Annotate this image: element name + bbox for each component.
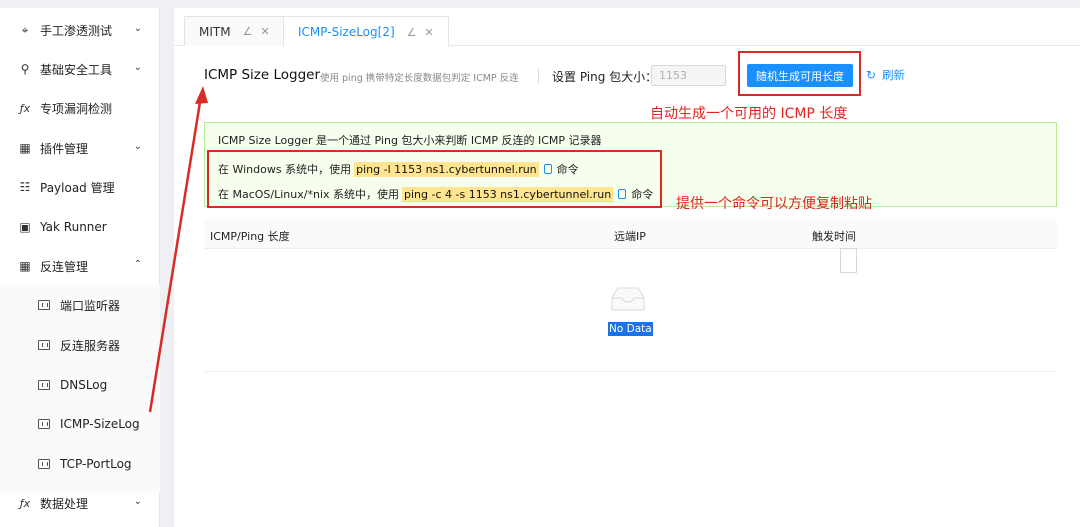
sidebar-item-label: 专项漏洞检测 [40, 101, 113, 116]
page-title: ICMP Size Logger [204, 67, 321, 83]
sidebar-subitem-label: 端口监听器 [60, 298, 121, 313]
grid-icon: ▦ [19, 259, 31, 273]
sidebar-item-label: 数据处理 [40, 496, 89, 511]
sidebar-item-manual-pentest[interactable]: ⌖ 手工渗透测试 ⌄ [0, 10, 160, 50]
tab-mitm[interactable]: MITM ∠ ✕ [184, 16, 285, 46]
sidebar-subitem-label: TCP-PortLog [60, 457, 132, 471]
chevron-up-icon: ⌃ [133, 259, 142, 270]
sidebar-item-label: Payload 管理 [40, 180, 115, 195]
empty-text: No Data [608, 322, 653, 336]
annotation-highlight-box [207, 150, 662, 208]
sidebar-subitem-tcp-portlog[interactable]: TCP-PortLog [0, 444, 160, 484]
chevron-down-icon: ⌄ [133, 62, 142, 73]
table-header: ICMP/Ping 长度 远端IP 触发时间 [204, 219, 1057, 249]
window-icon [38, 340, 50, 350]
divider [538, 69, 539, 83]
empty-inbox-icon [611, 287, 645, 311]
window-icon [38, 380, 50, 390]
sidebar-subitem-dnslog[interactable]: DNSLog [0, 365, 160, 405]
table-bottom-border [204, 371, 1057, 372]
column-header[interactable]: 远端IP [614, 228, 646, 244]
sidebar-item-label: 基础安全工具 [40, 62, 113, 77]
annotation-generate: 自动生成一个可用的 ICMP 长度 [650, 106, 848, 122]
main-panel: MITM ∠ ✕ ICMP-SizeLog[2] ∠ ✕ ICMP Size L… [174, 8, 1080, 527]
sidebar-item-label: Yak Runner [40, 220, 107, 234]
sidebar-item-payload[interactable]: ☷ Payload 管理 [0, 167, 160, 207]
function-icon: ƒx [19, 496, 31, 510]
sidebar-subitem-label: ICMP-SizeLog [60, 417, 140, 431]
chevron-down-icon: ⌄ [133, 23, 142, 34]
sidebar-item-label: 反连管理 [40, 259, 89, 274]
chevron-down-icon: ⌄ [133, 141, 142, 152]
top-strip [0, 0, 1080, 8]
sidebar-subitem-icmp-sizelog[interactable]: ICMP-SizeLog [0, 404, 160, 444]
edit-icon[interactable]: ∠ [243, 25, 253, 38]
column-filter-box [840, 248, 857, 273]
tab-label: ICMP-SizeLog[2] [298, 25, 395, 39]
terminal-icon: ▣ [19, 220, 31, 234]
refresh-label: 刷新 [882, 68, 906, 82]
sidebar-item-data-processing[interactable]: ƒx 数据处理 ⌄ [0, 483, 160, 523]
edit-icon[interactable]: ∠ [407, 26, 417, 39]
sidebar-item-reverse-connection[interactable]: ▦ 反连管理 ⌃ [0, 246, 160, 286]
function-icon: ƒx [19, 101, 31, 115]
sidebar-item-basic-tools[interactable]: ⚲ 基础安全工具 ⌄ [0, 49, 160, 89]
chevron-down-icon: ⌄ [133, 496, 142, 507]
tab-icmp-sizelog[interactable]: ICMP-SizeLog[2] ∠ ✕ [283, 16, 449, 47]
tab-label: MITM [199, 24, 231, 39]
target-icon: ⌖ [21, 22, 29, 37]
column-header[interactable]: ICMP/Ping 长度 [210, 228, 290, 244]
close-icon[interactable]: ✕ [425, 26, 434, 39]
sidebar-subitem-label: 反连服务器 [60, 338, 121, 353]
info-title: ICMP Size Logger 是一个通过 Ping 包大小来判断 ICMP … [218, 134, 602, 147]
sidebar: ⌖ 手工渗透测试 ⌄ ⚲ 基础安全工具 ⌄ ƒx 专项漏洞检测 ▦ 插件管理 ⌄… [0, 8, 160, 527]
sidebar-gap [160, 8, 174, 527]
window-icon [38, 419, 50, 429]
refresh-button[interactable]: ↻ 刷新 [866, 67, 905, 83]
grid-icon: ▦ [19, 141, 31, 155]
sidebar-item-label: 插件管理 [40, 141, 89, 156]
window-icon [38, 459, 50, 469]
sidebar-item-plugins[interactable]: ▦ 插件管理 ⌄ [0, 128, 160, 168]
close-icon[interactable]: ✕ [260, 25, 269, 38]
sidebar-subitem-label: DNSLog [60, 378, 108, 392]
column-header[interactable]: 触发时间 [812, 228, 856, 244]
annotation-command: 提供一个命令可以方便复制粘贴 [676, 196, 872, 212]
refresh-icon: ↻ [866, 68, 877, 82]
page-description: 使用 ping 携带特定长度数据包判定 ICMP 反连 [320, 73, 519, 84]
sidebar-item-yak-runner[interactable]: ▣ Yak Runner [0, 207, 160, 247]
tool-icon: ⚲ [20, 62, 30, 76]
sidebar-item-vuln-detection[interactable]: ƒx 专项漏洞检测 [0, 88, 160, 128]
annotation-highlight-box [738, 51, 861, 96]
payload-icon: ☷ [19, 180, 31, 194]
sidebar-subitem-port-listener[interactable]: 端口监听器 [0, 285, 160, 325]
sidebar-item-label: 手工渗透测试 [40, 23, 113, 38]
ping-size-label: 设置 Ping 包大小： [552, 70, 658, 84]
sidebar-subitem-reverse-server[interactable]: 反连服务器 [0, 325, 160, 365]
tab-bar: MITM ∠ ✕ ICMP-SizeLog[2] ∠ ✕ [174, 8, 1080, 47]
window-icon [38, 300, 50, 310]
ping-size-input[interactable] [651, 65, 726, 86]
